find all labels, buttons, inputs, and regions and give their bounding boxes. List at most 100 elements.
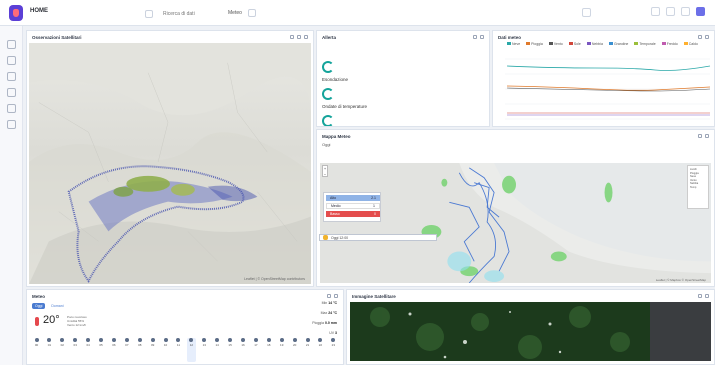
alert-item-label[interactable]: Esondazione (322, 77, 348, 82)
user-icon[interactable] (582, 8, 591, 17)
panel-title: Dati meteo (498, 35, 522, 40)
hour-item[interactable]: 07 (122, 338, 131, 362)
hour-item[interactable]: 15 (226, 338, 235, 362)
hour-item[interactable]: 14 (213, 338, 222, 362)
hour-item[interactable]: 12 (186, 338, 196, 362)
mode-select[interactable]: Meteo (228, 9, 256, 17)
hour-item[interactable]: 00 (32, 338, 41, 362)
hour-label: 12 (189, 343, 194, 347)
hour-item[interactable]: 20 (290, 338, 299, 362)
close-icon[interactable] (705, 134, 709, 138)
weather-icon (99, 338, 104, 342)
close-icon[interactable] (304, 35, 308, 39)
stats-icon[interactable] (7, 88, 16, 97)
stat-value: 24 °C (328, 311, 337, 315)
legend-value: 2.1 (371, 196, 376, 200)
terrain-map[interactable]: Leaflet | © OpenStreetMap contributors (29, 43, 311, 284)
hour-label: 19 (280, 343, 284, 347)
alert-item-label[interactable]: Ondate di temperature (322, 104, 367, 109)
satellite-image-panel: Immagine Satellitare (346, 289, 715, 365)
hour-item[interactable]: 03 (71, 338, 80, 362)
hour-item[interactable]: 08 (135, 338, 144, 362)
weather-data-panel: Dati meteo Neve Pioggia Vento Sole Nebbia Gra… (492, 30, 715, 127)
hour-item[interactable]: 17 (251, 338, 260, 362)
settings-icon[interactable] (666, 7, 675, 16)
hour-label: 04 (86, 343, 90, 347)
close-icon[interactable] (705, 35, 709, 39)
fullscreen-icon[interactable] (651, 7, 660, 16)
legend-row: Alto 2.1 (326, 195, 380, 201)
legend-label: Medio (331, 204, 341, 208)
tab-tomorrow[interactable]: Domani (48, 303, 66, 309)
weather-icon (34, 338, 39, 342)
settings-icon[interactable] (297, 35, 301, 39)
hour-item[interactable]: 22 (316, 338, 325, 362)
panel-controls (473, 35, 484, 39)
stat-value: 14 °C (328, 301, 337, 305)
map-layer-legend[interactable]: Livelli Pioggia Neve Vento Nebbia Temp (687, 165, 709, 209)
stat-value: 3 (335, 331, 337, 335)
hour-item[interactable]: 01 (45, 338, 54, 362)
hour-item[interactable]: 16 (239, 338, 248, 362)
time-slider[interactable]: Oggi 12:00 (319, 234, 437, 241)
expand-icon[interactable] (290, 35, 294, 39)
panel-controls (290, 35, 308, 39)
notifications-icon[interactable] (681, 7, 690, 16)
panel-title: Mappa Meteo (322, 134, 351, 139)
hour-item[interactable]: 06 (109, 338, 118, 362)
profile-icon[interactable] (696, 7, 705, 16)
stat-label: Max (320, 311, 328, 315)
hour-item[interactable]: 23 (329, 338, 338, 362)
weather-icon (60, 338, 65, 342)
dashboard-icon[interactable] (7, 40, 16, 49)
hour-item[interactable]: 13 (200, 338, 209, 362)
weather-icon (111, 338, 116, 342)
layers-icon[interactable] (7, 56, 16, 65)
hour-item[interactable]: 05 (97, 338, 106, 362)
alerts-icon[interactable] (7, 104, 16, 113)
stat-label: Min (321, 301, 328, 305)
weather-map[interactable]: + − Livelli Pioggia Neve Vento Nebbia Temp Lea… (320, 163, 711, 283)
panel-title: Immagine Satellitare (352, 294, 396, 299)
chart-svg (505, 58, 711, 120)
hour-label: 02 (60, 343, 64, 347)
weather-map-svg (320, 163, 711, 283)
hour-item[interactable]: 19 (277, 338, 286, 362)
hour-label: 20 (292, 343, 297, 347)
close-icon[interactable] (705, 294, 709, 298)
location-icon[interactable] (7, 72, 16, 81)
panel-title: Meteo (32, 294, 46, 299)
hour-label: 21 (305, 343, 310, 347)
weather-map-subtitle: Oggi (322, 142, 331, 147)
calendar-icon[interactable] (145, 10, 153, 18)
app-logo-icon[interactable] (9, 5, 23, 21)
satellite-image[interactable] (350, 302, 711, 361)
tab-today[interactable]: Oggi (32, 303, 46, 309)
toolbar-right (651, 7, 705, 16)
panel-title: Allerta (322, 35, 337, 40)
hour-label: 10 (163, 343, 168, 347)
hour-item[interactable]: 18 (264, 338, 273, 362)
play-icon[interactable] (323, 235, 328, 240)
expand-icon[interactable] (698, 134, 702, 138)
expand-icon[interactable] (698, 294, 702, 298)
alert-ring-icon (322, 88, 334, 100)
hour-label: 08 (138, 343, 142, 347)
layer-option[interactable]: Temp (690, 186, 706, 190)
expand-icon[interactable] (473, 35, 477, 39)
stat-label: UV (329, 331, 335, 335)
expand-icon[interactable] (698, 35, 702, 39)
zoom-control[interactable]: + − (322, 165, 328, 177)
alert-ring-icon (322, 61, 334, 73)
line-chart: Neve Pioggia Vento Sole Nebbia Grandine Tempor… (495, 41, 712, 124)
hour-item[interactable]: 09 (148, 338, 157, 362)
hour-item[interactable]: 21 (303, 338, 312, 362)
close-icon[interactable] (480, 35, 484, 39)
hour-label: 18 (267, 343, 271, 347)
hour-item[interactable]: 02 (58, 338, 67, 362)
search-icon[interactable] (7, 120, 16, 129)
hour-item[interactable]: 04 (84, 338, 93, 362)
hour-item[interactable]: 11 (174, 338, 183, 362)
hour-item[interactable]: 10 (161, 338, 170, 362)
top-bar: HOME Meteo (0, 0, 715, 26)
